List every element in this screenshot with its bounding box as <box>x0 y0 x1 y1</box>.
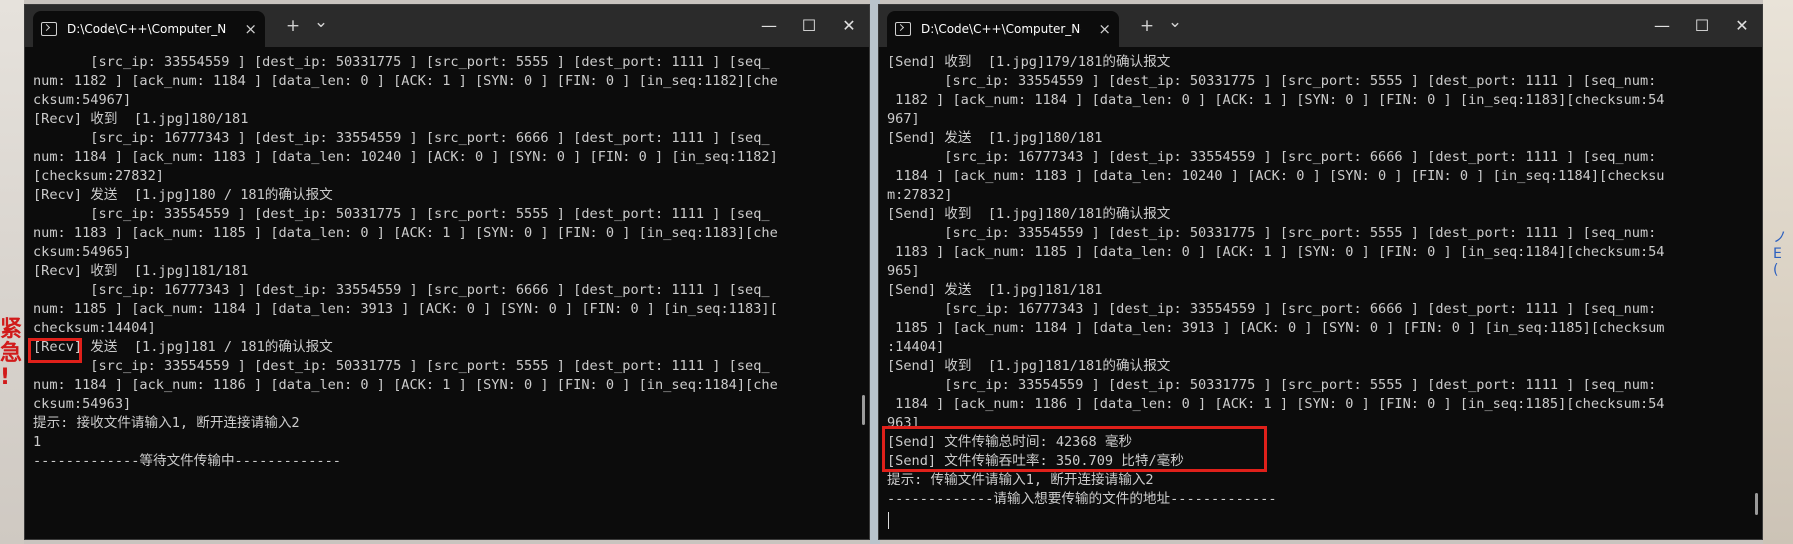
left-terminal-line: 1 <box>33 434 42 450</box>
close-tab-icon[interactable]: × <box>1098 20 1111 38</box>
right-terminal-line: 1182 ] [ack_num: 1184 ] [data_len: 0 ] [… <box>887 92 1665 108</box>
right-tab-title: D:\Code\C++\Computer_Network <box>921 22 1081 36</box>
right-terminal-line: 1183 ] [ack_num: 1185 ] [data_len: 0 ] [… <box>887 244 1665 260</box>
right-terminal-line: 提示: 传输文件请输入1, 断开连接请输入2 <box>887 472 1154 488</box>
left-terminal-line: [Recv] 收到 [1.jpg]180/181 <box>33 111 249 127</box>
right-tab[interactable]: D:\Code\C++\Computer_Network × <box>887 11 1119 47</box>
side-annotation-right: ノ E ( <box>1773 230 1787 278</box>
transfer-stats-highlight-box <box>882 426 1267 472</box>
left-terminal-line: cksum:54965] <box>33 244 132 260</box>
maximize-button[interactable]: ☐ <box>789 11 829 41</box>
left-terminal-line: -------------等待文件传输中------------- <box>33 453 341 469</box>
left-terminal-line: [Recv] 发送 [1.jpg]180 / 181的确认报文 <box>33 187 333 203</box>
left-titlebar[interactable]: D:\Code\C++\Computer_Network × + ⌄ — ☐ ✕ <box>25 5 869 47</box>
input-caret <box>888 512 889 529</box>
minimize-button[interactable]: — <box>1642 11 1682 41</box>
right-terminal-line: 967] <box>887 111 920 127</box>
left-terminal-line: [src_ip: 33554559 ] [dest_ip: 50331775 ]… <box>33 54 770 70</box>
right-terminal-line: 1184 ] [ack_num: 1183 ] [data_len: 10240… <box>887 168 1665 184</box>
close-window-button[interactable]: ✕ <box>1722 11 1762 41</box>
left-terminal-line: [Recv] 发送 [1.jpg]181 / 181的确认报文 <box>33 339 333 355</box>
side-annotation-left: 紧 急 ! <box>0 317 23 390</box>
minimize-button[interactable]: — <box>749 11 789 41</box>
right-terminal-line: [src_ip: 33554559 ] [dest_ip: 50331775 ]… <box>887 377 1657 393</box>
right-terminal-line: 1185 ] [ack_num: 1184 ] [data_len: 3913 … <box>887 320 1665 336</box>
left-terminal-line: [checksum:27832] <box>33 168 164 184</box>
left-terminal-line: num: 1184 ] [ack_num: 1183 ] [data_len: … <box>33 149 778 165</box>
right-terminal-line: [src_ip: 16777343 ] [dest_ip: 33554559 ]… <box>887 301 1657 317</box>
left-scrollbar[interactable] <box>862 395 865 425</box>
maximize-button[interactable]: ☐ <box>1682 11 1722 41</box>
new-tab-button[interactable]: + <box>1133 13 1161 39</box>
right-terminal-line: [src_ip: 33554559 ] [dest_ip: 50331775 ]… <box>887 73 1657 89</box>
left-terminal-line: [src_ip: 16777343 ] [dest_ip: 33554559 ]… <box>33 282 770 298</box>
left-tab[interactable]: D:\Code\C++\Computer_Network × <box>33 11 265 47</box>
left-terminal-line: [src_ip: 16777343 ] [dest_ip: 33554559 ]… <box>33 130 770 146</box>
left-terminal-line: [Recv] 收到 [1.jpg]181/181 <box>33 263 249 279</box>
terminal-icon <box>895 22 911 36</box>
right-terminal-line: [Send] 收到 [1.jpg]179/181的确认报文 <box>887 54 1171 70</box>
left-terminal-line: 提示: 接收文件请输入1, 断开连接请输入2 <box>33 415 300 431</box>
right-terminal-line: [Send] 发送 [1.jpg]180/181 <box>887 130 1103 146</box>
tab-dropdown-button[interactable]: ⌄ <box>1161 9 1189 35</box>
right-terminal-line: 1184 ] [ack_num: 1186 ] [data_len: 0 ] [… <box>887 396 1665 412</box>
left-terminal-line: [src_ip: 33554559 ] [dest_ip: 50331775 ]… <box>33 358 770 374</box>
right-scrollbar[interactable] <box>1755 493 1758 515</box>
desktop-background-left <box>0 0 24 544</box>
right-terminal-line: [src_ip: 16777343 ] [dest_ip: 33554559 ]… <box>887 149 1657 165</box>
terminal-icon <box>41 22 57 36</box>
left-terminal-line: cksum:54963] <box>33 396 132 412</box>
left-terminal-line: cksum:54967] <box>33 92 132 108</box>
left-terminal-line: num: 1184 ] [ack_num: 1186 ] [data_len: … <box>33 377 778 393</box>
right-terminal-line: [Send] 收到 [1.jpg]180/181的确认报文 <box>887 206 1171 222</box>
left-terminal-line: checksum:14404] <box>33 320 156 336</box>
right-terminal-line: 965] <box>887 263 920 279</box>
right-titlebar[interactable]: D:\Code\C++\Computer_Network × + ⌄ — ☐ ✕ <box>879 5 1762 47</box>
left-terminal-window: D:\Code\C++\Computer_Network × + ⌄ — ☐ ✕… <box>24 4 870 540</box>
left-tab-title: D:\Code\C++\Computer_Network <box>67 22 227 36</box>
recv-highlight-box <box>28 338 82 363</box>
tab-dropdown-button[interactable]: ⌄ <box>307 9 335 35</box>
right-terminal-line: m:27832] <box>887 187 953 203</box>
right-terminal-line: [Send] 发送 [1.jpg]181/181 <box>887 282 1103 298</box>
new-tab-button[interactable]: + <box>279 13 307 39</box>
left-terminal-line: num: 1182 ] [ack_num: 1184 ] [data_len: … <box>33 73 778 89</box>
right-terminal-line: -------------请输入想要传输的文件的地址------------- <box>887 491 1277 507</box>
left-terminal-output[interactable]: [src_ip: 33554559 ] [dest_ip: 50331775 ]… <box>33 53 851 539</box>
right-terminal-window: D:\Code\C++\Computer_Network × + ⌄ — ☐ ✕… <box>878 4 1763 540</box>
right-terminal-line: :14404] <box>887 339 945 355</box>
left-terminal-line: num: 1185 ] [ack_num: 1184 ] [data_len: … <box>33 301 778 317</box>
right-terminal-line: [src_ip: 33554559 ] [dest_ip: 50331775 ]… <box>887 225 1657 241</box>
close-window-button[interactable]: ✕ <box>829 11 869 41</box>
left-terminal-line: [src_ip: 33554559 ] [dest_ip: 50331775 ]… <box>33 206 770 222</box>
right-terminal-line: [Send] 收到 [1.jpg]181/181的确认报文 <box>887 358 1171 374</box>
close-tab-icon[interactable]: × <box>244 20 257 38</box>
left-terminal-line: num: 1183 ] [ack_num: 1185 ] [data_len: … <box>33 225 778 241</box>
